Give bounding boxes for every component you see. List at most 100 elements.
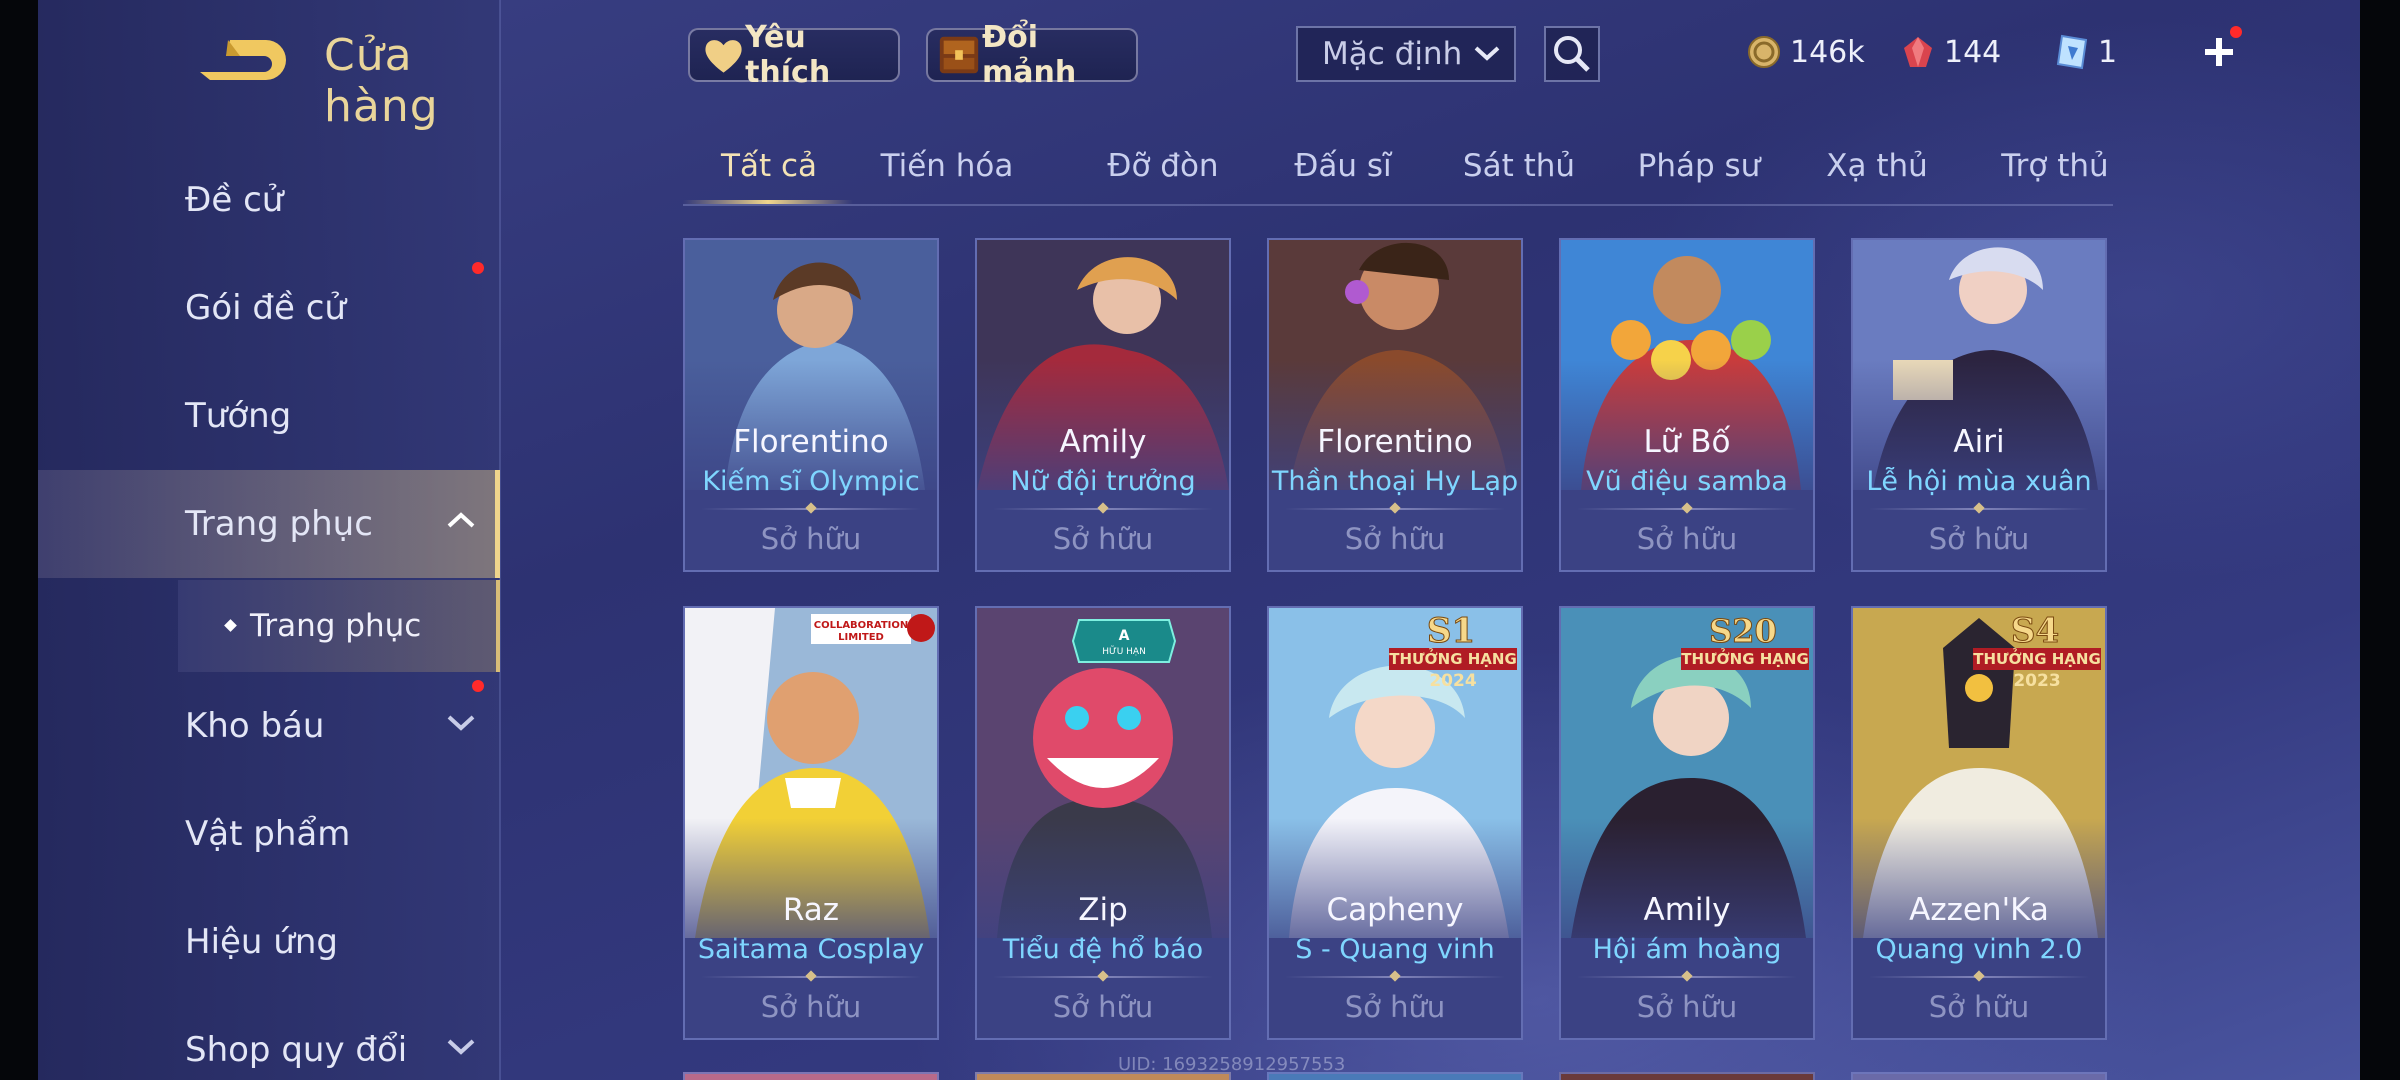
svg-text:HỮU HẠN: HỮU HẠN [1102, 645, 1146, 657]
tab-all[interactable]: Tất cả [721, 148, 817, 184]
collaboration-badge: COLLABORATION LIMITED [811, 614, 935, 644]
category-tabs: Tất cả Tiến hóa Đỡ đòn Đấu sĩ Sát thủ Ph… [683, 140, 2113, 206]
svg-text:S4: S4 [2011, 611, 2059, 651]
back-button[interactable] [188, 30, 288, 90]
voucher-balance: 1 [2054, 30, 2117, 74]
skin-name: Kiếm sĩ Olympic [702, 466, 920, 497]
sidebar-item-treasure[interactable]: Kho báu [38, 672, 500, 780]
sidebar-item-skins[interactable]: Trang phục [38, 470, 500, 578]
svg-text:S1: S1 [1427, 611, 1475, 651]
right-letterbox [2360, 0, 2400, 1080]
hero-name: Florentino [1317, 424, 1473, 460]
skin-name: Hội ám hoàng [1592, 934, 1782, 965]
svg-text:A: A [1119, 628, 1130, 644]
hero-name: Lữ Bố [1643, 424, 1731, 460]
svg-text:THƯỞNG HẠNG: THƯỞNG HẠNG [1681, 647, 1809, 668]
ruby-gem-icon [1904, 37, 1932, 67]
gold-amount: 146k [1790, 34, 1865, 70]
owned-status: Sở hữu [760, 522, 862, 556]
svg-text:THƯỞNG HẠNG: THƯỞNG HẠNG [1973, 647, 2101, 668]
hero-name: Florentino [733, 424, 889, 460]
skin-name: Lễ hội mùa xuân [1866, 466, 2092, 497]
sidebar-item-label: Đề cử [185, 180, 284, 220]
hero-name: Capheny [1326, 892, 1464, 928]
favorites-label: Yêu thích [745, 20, 831, 90]
active-tab-indicator [683, 200, 853, 204]
skin-name: S - Quang vinh [1295, 934, 1495, 965]
svg-text:THƯỞNG HẠNG: THƯỞNG HẠNG [1389, 647, 1517, 668]
owned-status: Sở hữu [1928, 990, 2030, 1024]
sort-dropdown[interactable]: Mặc định [1296, 26, 1516, 82]
tab-marksman[interactable]: Xạ thủ [1826, 148, 1928, 184]
sidebar-item-label: Shop quy đổi [185, 1030, 408, 1070]
divider-gem [805, 970, 817, 982]
sidebar-item-effects[interactable]: Hiệu ứng [38, 888, 500, 996]
sidebar-item-label: Trang phục [185, 504, 373, 544]
divider-gem [1389, 970, 1401, 982]
hero-name: Azzen'Ka [1909, 892, 2049, 928]
owned-status: Sở hữu [1344, 990, 1446, 1024]
user-id-watermark: UID: 1693258912957553 [1118, 1054, 1346, 1075]
skin-card[interactable]: Airi Lễ hội mùa xuân Sở hữu [1851, 238, 2107, 572]
top-up-button[interactable] [2194, 26, 2244, 76]
skin-card[interactable]: S20 THƯỞNG HẠNG Amily Hội ám hoàng Sở hữ… [1559, 606, 1815, 1040]
skin-card[interactable]: Florentino Thần thoại Hy Lạp Sở hữu [1267, 238, 1523, 572]
skin-card-partial[interactable] [1559, 1072, 1815, 1080]
sidebar-item-label: Gói đề cử [185, 288, 346, 328]
notification-dot [472, 262, 484, 274]
sidebar-subitem-skins[interactable]: Trang phục [178, 580, 500, 672]
tab-assassin[interactable]: Sát thủ [1463, 148, 1575, 184]
hero-name: Zip [1078, 892, 1128, 928]
season-s1-badge: S1 THƯỞNG HẠNG 2024 [1389, 611, 1517, 691]
hero-name: Amily [1059, 424, 1147, 460]
divider-gem [1681, 970, 1693, 982]
sidebar-item-heroes[interactable]: Tướng [38, 362, 500, 470]
hero-name: Amily [1643, 892, 1731, 928]
sidebar-subitem-label: Trang phục [250, 608, 422, 644]
skin-card[interactable]: S1 THƯỞNG HẠNG 2024 Capheny S - Quang vi… [1267, 606, 1523, 1040]
gem-amount: 144 [1944, 34, 2002, 70]
skin-card[interactable]: COLLABORATION LIMITED Raz Saitama Cospla… [683, 606, 939, 1040]
favorites-button[interactable]: Yêu thích [688, 20, 900, 90]
svg-text:S20: S20 [1709, 612, 1777, 650]
gem-balance: 144 [1900, 30, 2001, 74]
exchange-shards-label: Đổi mảnh [982, 20, 1077, 90]
svg-text:2023: 2023 [2013, 671, 2060, 691]
limited-badge: A HỮU HẠN [1071, 619, 1177, 663]
tab-evolution[interactable]: Tiến hóa [881, 148, 1014, 184]
skin-card-partial[interactable] [683, 1072, 939, 1080]
owned-status: Sở hữu [1052, 522, 1154, 556]
sidebar-item-recommended[interactable]: Đề cử [38, 146, 500, 254]
skin-card[interactable]: A HỮU HẠN Zip Tiểu đệ hổ báo Sở hữu [975, 606, 1231, 1040]
skin-card[interactable]: Lữ Bố Vũ điệu samba Sở hữu [1559, 238, 1815, 572]
notification-dot [472, 680, 484, 692]
skin-name: Saitama Cosplay [697, 934, 925, 965]
skin-card-partial[interactable] [1851, 1072, 2107, 1080]
heart-icon [705, 40, 742, 73]
owned-status: Sở hữu [1052, 990, 1154, 1024]
bullet-diamond-icon [224, 619, 237, 632]
chevron-down-icon [447, 1039, 475, 1055]
tab-mage[interactable]: Pháp sư [1638, 148, 1761, 184]
skin-name: Quang vinh 2.0 [1875, 934, 2083, 965]
tab-tank[interactable]: Đỡ đòn [1107, 148, 1218, 184]
exchange-shards-button[interactable]: Đổi mảnh [926, 20, 1138, 90]
skin-card[interactable]: Amily Nữ đội trưởng Sở hữu [975, 238, 1231, 572]
sidebar-item-label: Hiệu ứng [185, 922, 338, 962]
sidebar-item-exchange-shop[interactable]: Shop quy đổi [38, 996, 500, 1080]
skin-card[interactable]: S4 THƯỞNG HẠNG 2023 Azzen'Ka Quang vinh … [1851, 606, 2107, 1040]
search-button[interactable] [1544, 26, 1600, 82]
tab-fighter[interactable]: Đấu sĩ [1294, 148, 1391, 184]
owned-status: Sở hữu [1636, 522, 1738, 556]
skin-name: Tiểu đệ hổ báo [1002, 934, 1204, 965]
sidebar-item-items[interactable]: Vật phẩm [38, 780, 500, 888]
sidebar-item-recommended-packs[interactable]: Gói đề cử [38, 254, 500, 362]
skin-name: Nữ đội trưởng [1010, 466, 1196, 497]
divider-gem [1973, 970, 1985, 982]
skin-card[interactable]: Florentino Kiếm sĩ Olympic Sở hữu [683, 238, 939, 572]
tab-support[interactable]: Trợ thủ [2001, 148, 2108, 184]
skin-name: Thần thoại Hy Lạp [1271, 466, 1519, 497]
season-s20-badge: S20 THƯỞNG HẠNG [1681, 612, 1809, 670]
gold-coin-icon [1748, 36, 1780, 68]
gold-balance: 146k [1746, 30, 1865, 74]
